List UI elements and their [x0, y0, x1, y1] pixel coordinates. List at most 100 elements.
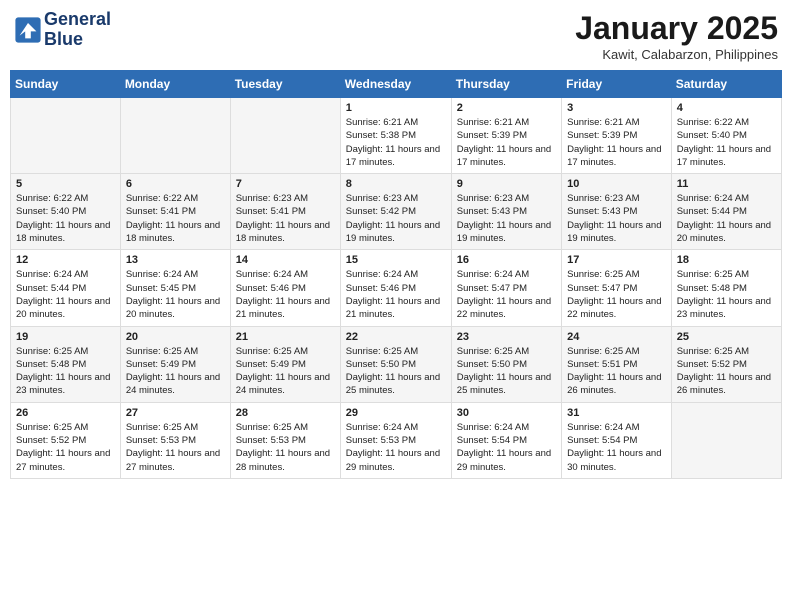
calendar-day-cell: 26Sunrise: 6:25 AM Sunset: 5:52 PM Dayli… [11, 402, 121, 478]
calendar-day-cell: 12Sunrise: 6:24 AM Sunset: 5:44 PM Dayli… [11, 250, 121, 326]
day-info: Sunrise: 6:25 AM Sunset: 5:49 PM Dayligh… [236, 345, 335, 398]
day-number: 7 [236, 178, 335, 190]
day-info: Sunrise: 6:24 AM Sunset: 5:47 PM Dayligh… [457, 268, 556, 321]
weekday-header-cell: Monday [120, 71, 230, 98]
calendar-day-cell: 20 Sunrise: 6:25 AM Sunset: 5:49 PM Dayli… [120, 326, 230, 402]
day-info: Sunrise: 6:24 AM Sunset: 5:53 PM Dayligh… [346, 421, 446, 474]
day-info: Sunrise: 6:25 AM Sunset: 5:53 PM Dayligh… [236, 421, 335, 474]
day-info: Sunrise: 6:25 AM Sunset: 5:50 PM Dayligh… [457, 345, 556, 398]
day-number: 19 [16, 331, 115, 343]
logo-icon [14, 16, 42, 44]
day-number: 31 [567, 407, 666, 419]
calendar-day-cell: 24 Sunrise: 6:25 AM Sunset: 5:51 PM Dayli… [562, 326, 672, 402]
day-info: Sunrise: 6:24 AM Sunset: 5:54 PM Dayligh… [457, 421, 556, 474]
day-number: 3 [567, 102, 666, 114]
day-number: 11 [677, 178, 776, 190]
calendar-day-cell: 17Sunrise: 6:25 AM Sunset: 5:47 PM Dayli… [562, 250, 672, 326]
calendar-day-cell [120, 98, 230, 174]
calendar-day-cell: 25Sunrise: 6:25 AM Sunset: 5:52 PM Dayli… [671, 326, 781, 402]
calendar-day-cell: 19 Sunrise: 6:25 AM Sunset: 5:48 PM Dayli… [11, 326, 121, 402]
day-info: Sunrise: 6:22 AM Sunset: 5:40 PM Dayligh… [677, 116, 776, 169]
day-number: 15 [346, 254, 446, 266]
day-number: 8 [346, 178, 446, 190]
calendar-day-cell: 3 Sunrise: 6:21 AM Sunset: 5:39 PM Daylig… [562, 98, 672, 174]
calendar-subtitle: Kawit, Calabarzon, Philippines [575, 47, 778, 62]
day-info: Sunrise: 6:24 AM Sunset: 5:44 PM Dayligh… [16, 268, 115, 321]
weekday-header-cell: Thursday [451, 71, 561, 98]
calendar-day-cell: 11 Sunrise: 6:24 AM Sunset: 5:44 PM Dayli… [671, 174, 781, 250]
page-header: General Blue January 2025 Kawit, Calabar… [10, 10, 782, 62]
logo-text: General Blue [44, 10, 111, 50]
calendar-week-row: 26Sunrise: 6:25 AM Sunset: 5:52 PM Dayli… [11, 402, 782, 478]
day-info: Sunrise: 6:24 AM Sunset: 5:46 PM Dayligh… [346, 268, 446, 321]
logo: General Blue [14, 10, 111, 50]
day-number: 22 [346, 331, 446, 343]
calendar-day-cell [230, 98, 340, 174]
day-number: 14 [236, 254, 335, 266]
day-info: Sunrise: 6:24 AM Sunset: 5:45 PM Dayligh… [126, 268, 225, 321]
calendar-day-cell: 18 Sunrise: 6:25 AM Sunset: 5:48 PM Dayli… [671, 250, 781, 326]
day-info: Sunrise: 6:24 AM Sunset: 5:46 PM Dayligh… [236, 268, 335, 321]
day-info: Sunrise: 6:23 AM Sunset: 5:43 PM Dayligh… [567, 192, 666, 245]
day-number: 9 [457, 178, 556, 190]
calendar-day-cell: 31 Sunrise: 6:24 AM Sunset: 5:54 PM Dayli… [562, 402, 672, 478]
calendar-week-row: 12Sunrise: 6:24 AM Sunset: 5:44 PM Dayli… [11, 250, 782, 326]
day-info: Sunrise: 6:25 AM Sunset: 5:48 PM Dayligh… [677, 268, 776, 321]
calendar-day-cell: 2 Sunrise: 6:21 AM Sunset: 5:39 PM Daylig… [451, 98, 561, 174]
day-info: Sunrise: 6:21 AM Sunset: 5:39 PM Dayligh… [457, 116, 556, 169]
day-number: 4 [677, 102, 776, 114]
day-number: 1 [346, 102, 446, 114]
calendar-day-cell: 7Sunrise: 6:23 AM Sunset: 5:41 PM Daylig… [230, 174, 340, 250]
day-number: 25 [677, 331, 776, 343]
day-number: 27 [126, 407, 225, 419]
calendar-title: January 2025 [575, 10, 778, 47]
day-info: Sunrise: 6:25 AM Sunset: 5:52 PM Dayligh… [16, 421, 115, 474]
calendar-body: 1 Sunrise: 6:21 AM Sunset: 5:38 PM Daylig… [11, 98, 782, 479]
day-number: 5 [16, 178, 115, 190]
day-info: Sunrise: 6:24 AM Sunset: 5:44 PM Dayligh… [677, 192, 776, 245]
day-number: 20 [126, 331, 225, 343]
calendar-day-cell: 28 Sunrise: 6:25 AM Sunset: 5:53 PM Dayli… [230, 402, 340, 478]
day-number: 28 [236, 407, 335, 419]
day-info: Sunrise: 6:22 AM Sunset: 5:40 PM Dayligh… [16, 192, 115, 245]
day-info: Sunrise: 6:25 AM Sunset: 5:47 PM Dayligh… [567, 268, 666, 321]
day-number: 13 [126, 254, 225, 266]
day-info: Sunrise: 6:25 AM Sunset: 5:51 PM Dayligh… [567, 345, 666, 398]
calendar-day-cell: 14 Sunrise: 6:24 AM Sunset: 5:46 PM Dayli… [230, 250, 340, 326]
weekday-header-cell: Tuesday [230, 71, 340, 98]
calendar-day-cell: 8 Sunrise: 6:23 AM Sunset: 5:42 PM Daylig… [340, 174, 451, 250]
day-number: 18 [677, 254, 776, 266]
weekday-header-cell: Wednesday [340, 71, 451, 98]
day-number: 6 [126, 178, 225, 190]
day-info: Sunrise: 6:25 AM Sunset: 5:49 PM Dayligh… [126, 345, 225, 398]
weekday-header-cell: Saturday [671, 71, 781, 98]
calendar-table: SundayMondayTuesdayWednesdayThursdayFrid… [10, 70, 782, 479]
day-number: 2 [457, 102, 556, 114]
calendar-day-cell: 6 Sunrise: 6:22 AM Sunset: 5:41 PM Daylig… [120, 174, 230, 250]
day-info: Sunrise: 6:21 AM Sunset: 5:39 PM Dayligh… [567, 116, 666, 169]
calendar-day-cell: 4 Sunrise: 6:22 AM Sunset: 5:40 PM Daylig… [671, 98, 781, 174]
calendar-day-cell: 9Sunrise: 6:23 AM Sunset: 5:43 PM Daylig… [451, 174, 561, 250]
day-number: 24 [567, 331, 666, 343]
day-info: Sunrise: 6:22 AM Sunset: 5:41 PM Dayligh… [126, 192, 225, 245]
day-info: Sunrise: 6:24 AM Sunset: 5:54 PM Dayligh… [567, 421, 666, 474]
day-info: Sunrise: 6:21 AM Sunset: 5:38 PM Dayligh… [346, 116, 446, 169]
day-info: Sunrise: 6:23 AM Sunset: 5:42 PM Dayligh… [346, 192, 446, 245]
calendar-day-cell: 10 Sunrise: 6:23 AM Sunset: 5:43 PM Dayli… [562, 174, 672, 250]
day-info: Sunrise: 6:25 AM Sunset: 5:53 PM Dayligh… [126, 421, 225, 474]
day-info: Sunrise: 6:25 AM Sunset: 5:50 PM Dayligh… [346, 345, 446, 398]
calendar-day-cell [11, 98, 121, 174]
day-number: 23 [457, 331, 556, 343]
day-number: 21 [236, 331, 335, 343]
day-info: Sunrise: 6:25 AM Sunset: 5:48 PM Dayligh… [16, 345, 115, 398]
weekday-header-cell: Sunday [11, 71, 121, 98]
day-number: 10 [567, 178, 666, 190]
calendar-day-cell: 30Sunrise: 6:24 AM Sunset: 5:54 PM Dayli… [451, 402, 561, 478]
weekday-header-cell: Friday [562, 71, 672, 98]
day-number: 16 [457, 254, 556, 266]
calendar-week-row: 19 Sunrise: 6:25 AM Sunset: 5:48 PM Dayli… [11, 326, 782, 402]
calendar-day-cell: 16 Sunrise: 6:24 AM Sunset: 5:47 PM Dayli… [451, 250, 561, 326]
calendar-day-cell [671, 402, 781, 478]
calendar-day-cell: 22 Sunrise: 6:25 AM Sunset: 5:50 PM Dayli… [340, 326, 451, 402]
weekday-header-row: SundayMondayTuesdayWednesdayThursdayFrid… [11, 71, 782, 98]
